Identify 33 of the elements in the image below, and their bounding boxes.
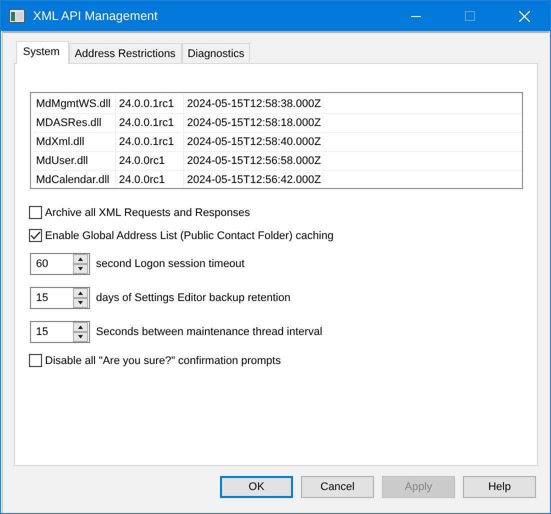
dialog-button[interactable]: Cancel: [301, 476, 374, 498]
table-cell: 24.0.0.1rc1: [116, 95, 184, 113]
checkbox-label: Disable all "Are you sure?" confirmation prompts: [45, 354, 281, 366]
table-cell-text: 2024-05-15T12:58:38.000Z: [186, 97, 322, 112]
table-cell: 24.0.0.1rc1: [116, 114, 184, 132]
table-cell: MdXml.dll: [33, 133, 116, 151]
dialog-button[interactable]: OK: [220, 476, 293, 498]
window-title: XML API Management: [33, 9, 158, 23]
spinner-label: days of Settings Editor backup retention: [96, 292, 290, 304]
table-cell: MdCalendar.dll: [33, 171, 116, 188]
table-cell-text: 2024-05-15T12:56:42.000Z: [186, 173, 322, 188]
checkbox-label: Enable Global Address List (Public Contact Folder) caching: [45, 230, 334, 242]
table-cell: 24.0.0rc1: [116, 171, 184, 188]
checkbox-label: Archive all XML Requests and Responses: [45, 206, 250, 218]
tab[interactable]: System: [16, 41, 69, 64]
checkbox[interactable]: [29, 354, 42, 367]
spinner-label: second Logon session timeout: [96, 258, 245, 270]
table-cell: MdUser.dll: [33, 152, 116, 170]
tab[interactable]: Diagnostics: [182, 43, 250, 63]
table-cell: MdMgmtWS.dll: [33, 95, 116, 113]
table-cell: 24.0.0rc1: [116, 152, 184, 170]
dialog-button[interactable]: Help: [463, 476, 536, 498]
table-cell-text: 2024-05-15T12:56:58.000Z: [186, 154, 322, 169]
table-cell-text: 2024-05-15T12:58:40.000Z: [186, 135, 322, 150]
table-cell: MDASRes.dll: [33, 114, 116, 132]
spinner-label: Seconds between maintenance thread interval: [96, 326, 322, 338]
checkbox[interactable]: [29, 229, 42, 242]
window-icon: [9, 9, 25, 23]
checkbox[interactable]: [29, 206, 42, 219]
close-icon[interactable]: [519, 10, 530, 22]
table-cell: 24.0.0.1rc1: [116, 133, 184, 151]
table-cell-text: 2024-05-15T12:58:18.000Z: [186, 116, 322, 131]
tab[interactable]: Address Restrictions: [68, 43, 182, 63]
